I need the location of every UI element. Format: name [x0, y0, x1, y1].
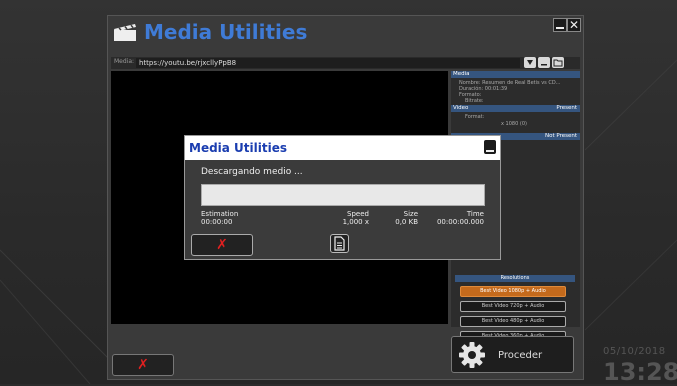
- cancel-button[interactable]: ✗: [112, 354, 174, 376]
- audio-status: Not Present: [544, 133, 577, 139]
- minimize-button[interactable]: [553, 18, 567, 32]
- url-bar: Media: https://youtu.be/rjxcllyPpB8: [111, 57, 580, 69]
- size-label: Size: [403, 210, 418, 218]
- speed-label: Speed: [347, 210, 369, 218]
- speed-value: 1,000 x: [342, 218, 369, 226]
- gear-icon: [459, 342, 485, 368]
- video-section-header: Video Present: [451, 105, 580, 112]
- media-header-label: Media: [453, 71, 470, 77]
- size-value: 0,0 KB: [395, 218, 418, 226]
- proceed-button[interactable]: Proceder: [451, 336, 574, 373]
- video-header-label: Video: [453, 105, 469, 111]
- proceed-label: Proceder: [498, 350, 543, 361]
- open-folder-button[interactable]: [552, 57, 564, 68]
- dialog-minimize-button[interactable]: [484, 140, 496, 154]
- cancel-x-icon: ✗: [216, 237, 228, 253]
- resolutions-header: Resolutions: [455, 275, 575, 282]
- desktop-date: 05/10/2018: [603, 346, 666, 357]
- dialog-title-bar: Media Utilities: [185, 136, 500, 160]
- document-icon: [334, 236, 345, 251]
- download-dialog: Media Utilities Descargando medio ... Es…: [184, 135, 501, 260]
- title-bar: Media Utilities ✕: [108, 16, 583, 50]
- download-progress-bar: [201, 184, 485, 206]
- folder-icon: [553, 59, 563, 67]
- resolution-option-720p[interactable]: Best Video 720p + Audio: [460, 301, 566, 312]
- video-info-format: Format:: [465, 114, 485, 120]
- window-title: Media Utilities: [144, 20, 308, 44]
- minus-icon: [541, 64, 547, 66]
- estimation-label: Estimation: [201, 210, 239, 218]
- log-button[interactable]: [330, 234, 349, 253]
- dialog-cancel-button[interactable]: ✗: [191, 234, 253, 256]
- media-info-bitrate: Bitrate:: [465, 98, 484, 104]
- chevron-down-icon: [527, 60, 533, 65]
- resolution-option-1080p[interactable]: Best Video 1080p + Audio: [460, 286, 566, 297]
- dropdown-button[interactable]: [524, 57, 536, 68]
- resolution-option-480p[interactable]: Best Video 480p + Audio: [460, 316, 566, 327]
- time-value: 00:00:00.000: [436, 218, 484, 226]
- download-status: Descargando medio ...: [201, 167, 303, 177]
- video-status: Present: [556, 105, 577, 111]
- estimation-value: 00:00:00: [201, 218, 233, 226]
- cancel-x-icon: ✗: [137, 357, 149, 373]
- clear-button[interactable]: [538, 57, 550, 68]
- dialog-title: Media Utilities: [189, 141, 288, 155]
- desktop-time: 13:28: [603, 358, 677, 386]
- close-button[interactable]: ✕: [567, 18, 581, 32]
- url-input[interactable]: https://youtu.be/rjxcllyPpB8: [136, 58, 520, 68]
- video-info-resolution: x 1080 (0): [501, 121, 527, 127]
- time-label: Time: [466, 210, 484, 218]
- url-label: Media:: [114, 58, 135, 65]
- media-section-header: Media: [451, 71, 580, 78]
- clapperboard-icon: [114, 24, 136, 41]
